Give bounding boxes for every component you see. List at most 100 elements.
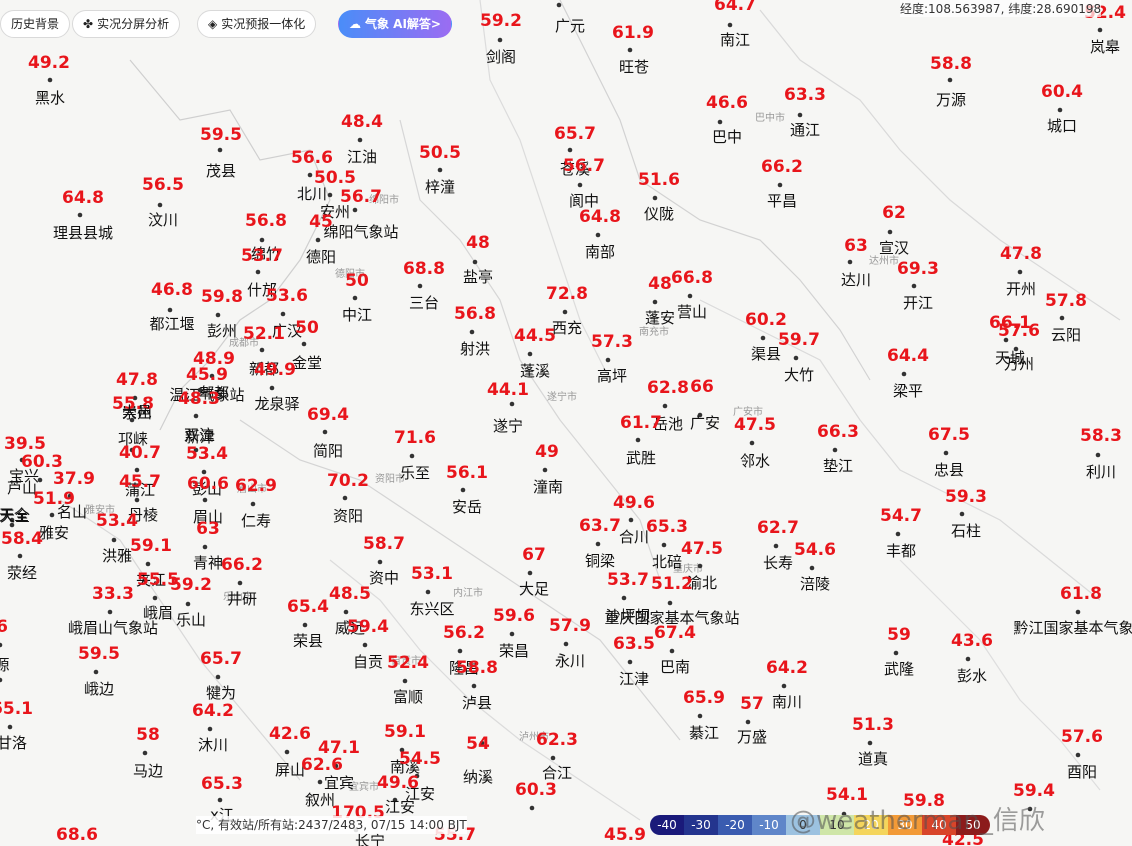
station-temperature: 45 [309,212,333,232]
station-dot [342,495,348,501]
station-dot [315,237,321,243]
station-name: 安岳 [452,498,482,516]
station-temperature: 48 [648,274,672,294]
station-name: 大竹 [784,366,814,384]
station-dot [832,447,838,453]
station-temperature: 59.6 [493,606,535,626]
station-name: 青神 [193,554,223,572]
station-name: 纳溪 [463,768,493,786]
station-dot [911,283,917,289]
station-dot [362,642,368,648]
station-temperature: 64.8 [62,188,104,208]
station-dot [567,147,573,153]
station-temperature: 70.2 [327,471,369,491]
station-dot [717,119,723,125]
station-name: 渠县 [751,345,781,363]
station[interactable]: 68.6 [56,825,98,846]
split-screen-label: 实况分屏分析 [97,17,170,31]
station-temperature: 42.6 [269,724,311,744]
station-name: 三台 [409,294,439,312]
station-temperature: 51.3 [852,715,894,735]
station-dot [652,195,658,201]
station-temperature: 61.9 [612,23,654,43]
station-dot [343,609,349,615]
station-name: 邻水 [740,452,770,470]
station-name: 开州 [1006,280,1036,298]
station-dot [437,167,443,173]
station-dot [472,259,478,265]
station-temperature: 52.4 [387,653,429,673]
station-name: 平昌 [767,192,797,210]
station-name: 乐山 [176,611,206,629]
station-dot [352,207,358,213]
station-name: 蓬安 [645,309,675,327]
station-name: 黑水 [35,89,65,107]
station-dot [284,749,290,755]
station-temperature: 61.7 [620,413,662,433]
station-name: 彭水 [957,667,987,685]
station-name: 万州 [1004,355,1034,373]
station-dot [793,355,799,361]
station-dot [217,797,223,803]
station-temperature: 56.7 [340,187,382,207]
map-canvas[interactable]: 巴中市绵阳市德阳市南充市遂宁市广安市达州市资阳市眉山市成都市雅安市乐山市 内江市重… [0,0,1132,846]
station-dot [943,450,949,456]
station-temperature: 64.2 [766,658,808,678]
station-name: 甘洛 [0,734,27,752]
station-temperature: 59.5 [200,125,242,145]
station-dot [1097,27,1103,33]
station[interactable]: 45.9 [604,825,646,846]
station-dot [529,805,535,811]
station-dot [669,648,675,654]
station-temperature: 56.8 [454,304,496,324]
station-name: 天全 [0,506,29,524]
station-dot [215,312,221,318]
station-temperature: 66.8 [671,268,713,288]
station-temperature: 56.2 [443,623,485,643]
station-temperature: 58.4 [1,529,43,549]
station-dot [621,595,627,601]
station-dot [217,147,223,153]
station-name: 龙泉驿 [254,395,299,413]
live-forecast-button[interactable]: ◈ 实况预报一体化 [197,10,317,38]
station-dot [352,295,358,301]
station-temperature: 65.3 [646,517,688,537]
coordinate-readout: 经度:108.563987, 纬度:28.690198 [900,0,1102,17]
station-name: 酉阳 [1067,763,1097,781]
station-dot [134,497,140,503]
station-temperature: 62.7 [757,518,799,538]
split-screen-analysis-button[interactable]: ✤ 实况分屏分析 [72,10,181,38]
station-temperature: 59.8 [201,287,243,307]
station-name: 沐川 [198,736,228,754]
station-name: 通江 [790,121,820,139]
station-temperature: 44.1 [487,380,529,400]
station-temperature: 63 [844,236,868,256]
station-temperature: 54 [466,734,490,754]
station-name: 简阳 [313,442,343,460]
station-temperature: 63.7 [579,516,621,536]
station-temperature: 67.4 [654,623,696,643]
station-temperature: 62.9 [235,476,277,496]
station-dot [317,779,323,785]
station-temperature: 59.1 [384,722,426,742]
station-temperature: 60.3 [515,780,557,800]
station-dot [781,683,787,689]
station-name: 江油 [347,148,377,166]
station-name: 巴中 [712,128,742,146]
station-dot [901,371,907,377]
station-name: 资中 [369,569,399,587]
station-name: 北碚 [652,553,682,571]
station-dot [1059,315,1065,321]
station-name: 万源 [936,91,966,109]
station-name: 开江 [903,294,933,312]
station-temperature: 63 [196,519,220,539]
weather-ai-button[interactable]: ☁ 气象 AI解答> [338,10,452,38]
history-background-button[interactable]: 历史背景 [0,10,71,38]
station-name: 彭州 [207,322,237,340]
station-dot [357,137,363,143]
station-dot [1075,609,1081,615]
station-dot [17,553,23,559]
station-name: 荣县 [293,632,323,650]
station-name: 涪陵 [800,575,830,593]
station-temperature: 56.7 [563,156,605,176]
